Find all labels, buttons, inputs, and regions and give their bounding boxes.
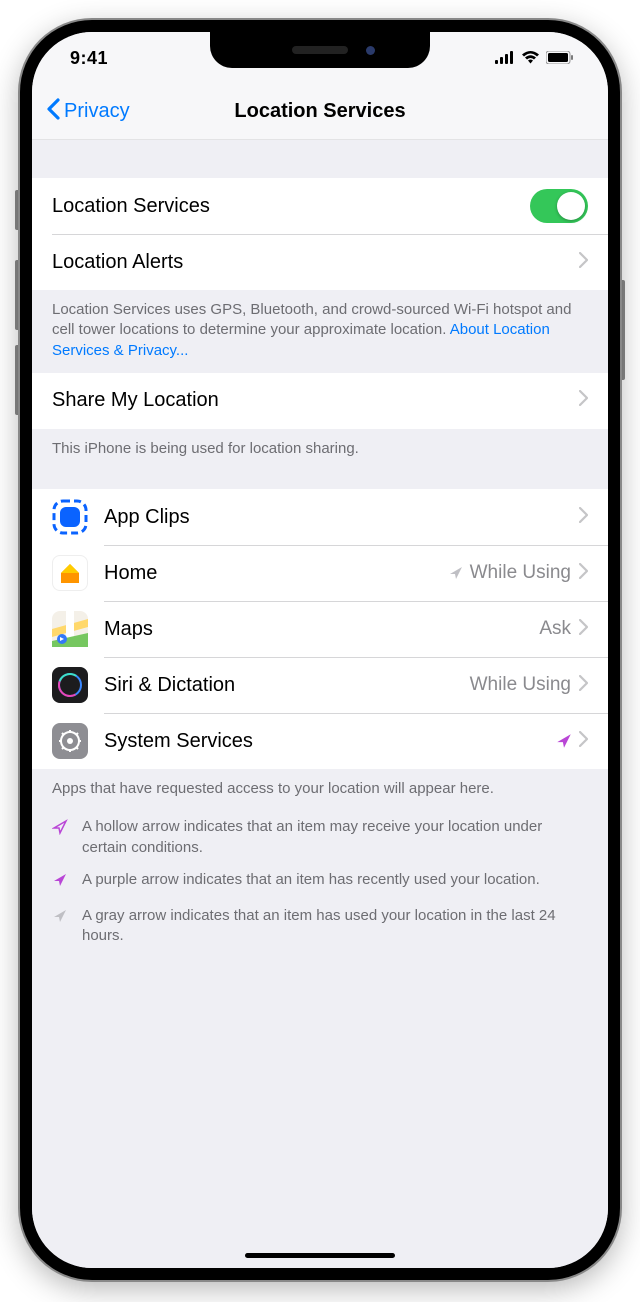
legend-gray: A gray arrow indicates that an item has … [32,900,608,953]
back-label: Privacy [64,100,130,123]
chevron-right-icon [579,618,588,641]
legend-text: A hollow arrow indicates that an item ma… [82,817,588,858]
status-time: 9:41 [70,48,108,69]
app-value: While Using [470,562,571,584]
battery-icon [546,48,574,69]
legend-hollow: A hollow arrow indicates that an item ma… [32,811,608,864]
legend-purple: A purple arrow indicates that an item ha… [32,864,608,900]
app-value: While Using [470,674,571,696]
location-alerts-label: Location Alerts [52,251,579,274]
maps-icon [52,611,88,647]
chevron-left-icon [46,98,60,126]
app-name: App Clips [104,506,579,529]
share-my-location-row[interactable]: Share My Location [32,373,608,429]
screen: 9:41 Privacy Location Services [32,32,608,1268]
location-services-label: Location Services [52,195,530,218]
apps-footer: Apps that have requested access to your … [32,769,608,811]
chevron-right-icon [579,251,588,274]
app-clips-row[interactable]: App Clips [32,489,608,545]
chevron-right-icon [579,674,588,697]
siri-icon [52,667,88,703]
notch [210,32,430,68]
nav-bar: Privacy Location Services [32,84,608,140]
location-arrow-purple-icon [52,870,70,894]
content: Location Services Location Alerts Locati… [32,140,608,1268]
app-name: System Services [104,730,555,753]
siri-row[interactable]: Siri & Dictation While Using [32,657,608,713]
system-services-row[interactable]: System Services [32,713,608,769]
cellular-icon [495,48,515,69]
legend-text: A gray arrow indicates that an item has … [82,906,588,947]
wifi-icon [521,48,540,69]
maps-row[interactable]: Maps Ask [32,601,608,657]
app-name: Siri & Dictation [104,674,470,697]
location-services-description: Location Services uses GPS, Bluetooth, a… [32,290,608,373]
chevron-right-icon [579,562,588,585]
home-indicator[interactable] [245,1253,395,1258]
location-arrow-hollow-icon [52,817,70,858]
location-services-toggle[interactable] [530,189,588,223]
app-value: Ask [539,618,571,640]
phone-frame: 9:41 Privacy Location Services [20,20,620,1280]
chevron-right-icon [579,506,588,529]
app-clips-icon [52,499,88,535]
location-alerts-row[interactable]: Location Alerts [32,234,608,290]
app-name: Home [104,562,448,585]
share-location-footer: This iPhone is being used for location s… [32,429,608,471]
chevron-right-icon [579,389,588,412]
location-services-toggle-row[interactable]: Location Services [32,178,608,234]
back-button[interactable]: Privacy [32,98,130,126]
home-icon [52,555,88,591]
location-arrow-purple-icon [555,732,573,750]
location-arrow-gray-icon [52,906,70,947]
app-name: Maps [104,618,539,641]
location-arrow-gray-icon [448,565,464,581]
system-services-icon [52,723,88,759]
chevron-right-icon [579,730,588,753]
home-row[interactable]: Home While Using [32,545,608,601]
legend-text: A purple arrow indicates that an item ha… [82,870,540,894]
share-my-location-label: Share My Location [52,389,579,412]
